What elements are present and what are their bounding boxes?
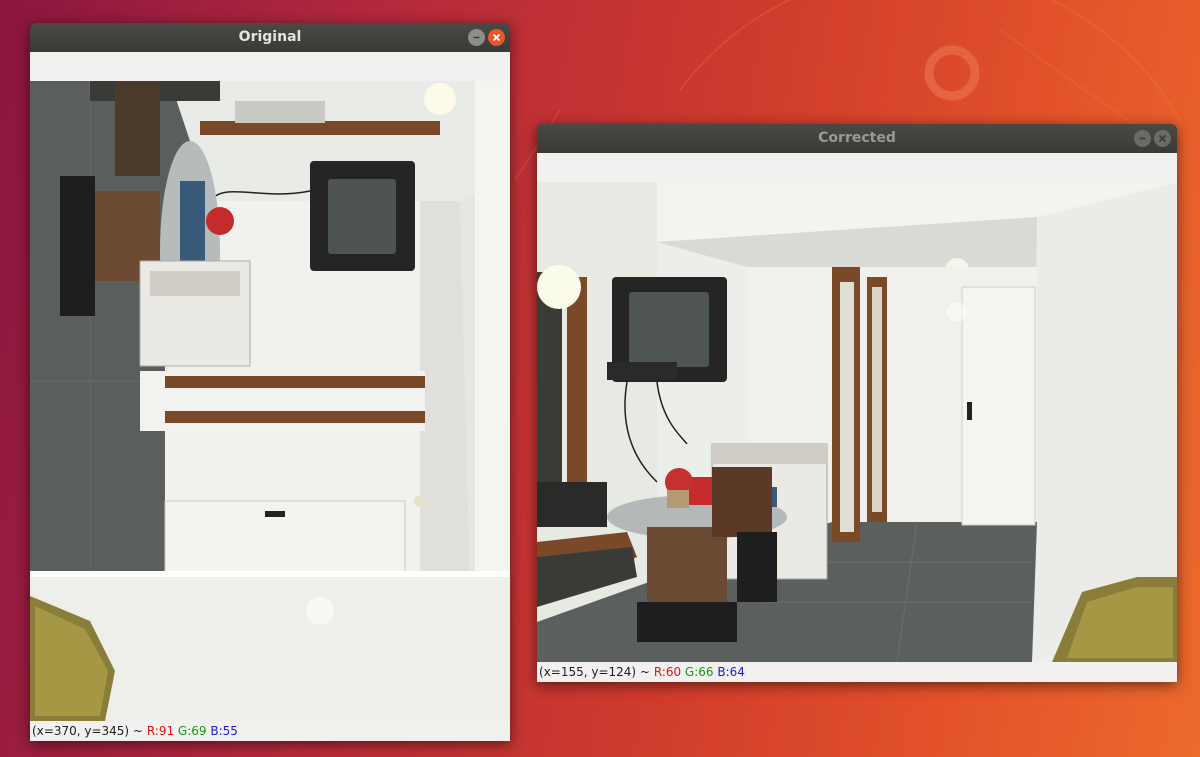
close-icon bbox=[492, 33, 501, 42]
minimize-icon bbox=[473, 36, 480, 39]
corrected-image[interactable] bbox=[537, 182, 1177, 662]
status-coordinates: (x=370, y=345) ~ bbox=[32, 724, 143, 738]
original-window-title: Original bbox=[238, 29, 302, 45]
close-button[interactable] bbox=[1154, 130, 1171, 147]
status-green-value: G:69 bbox=[177, 724, 207, 738]
corrected-titlebar[interactable]: Corrected bbox=[537, 124, 1177, 153]
original-toolbar bbox=[30, 52, 510, 81]
close-button[interactable] bbox=[488, 29, 505, 46]
corrected-toolbar bbox=[537, 153, 1177, 182]
original-status-bar: (x=370, y=345) ~ R:91 G:69 B:55 bbox=[30, 721, 510, 741]
original-titlebar[interactable]: Original bbox=[30, 23, 510, 52]
status-green-value: G:66 bbox=[684, 665, 714, 679]
close-icon bbox=[1158, 134, 1167, 143]
status-coordinates: (x=155, y=124) ~ bbox=[539, 665, 650, 679]
corrected-status-bar: (x=155, y=124) ~ R:60 G:66 B:64 bbox=[537, 662, 1177, 682]
original-window: Original (x=370, y=345) ~ R:91 G:69 B:55 bbox=[30, 23, 510, 741]
original-image[interactable] bbox=[30, 81, 510, 721]
corrected-window-title: Corrected bbox=[818, 130, 896, 146]
corrected-window: Corrected (x=155, y=124) ~ R:60 G:66 B:6… bbox=[537, 124, 1177, 682]
status-blue-value: B:64 bbox=[717, 665, 745, 679]
status-red-value: R:60 bbox=[653, 665, 682, 679]
minimize-button[interactable] bbox=[468, 29, 485, 46]
minimize-button[interactable] bbox=[1134, 130, 1151, 147]
status-red-value: R:91 bbox=[146, 724, 175, 738]
minimize-icon bbox=[1139, 137, 1146, 140]
status-blue-value: B:55 bbox=[210, 724, 238, 738]
